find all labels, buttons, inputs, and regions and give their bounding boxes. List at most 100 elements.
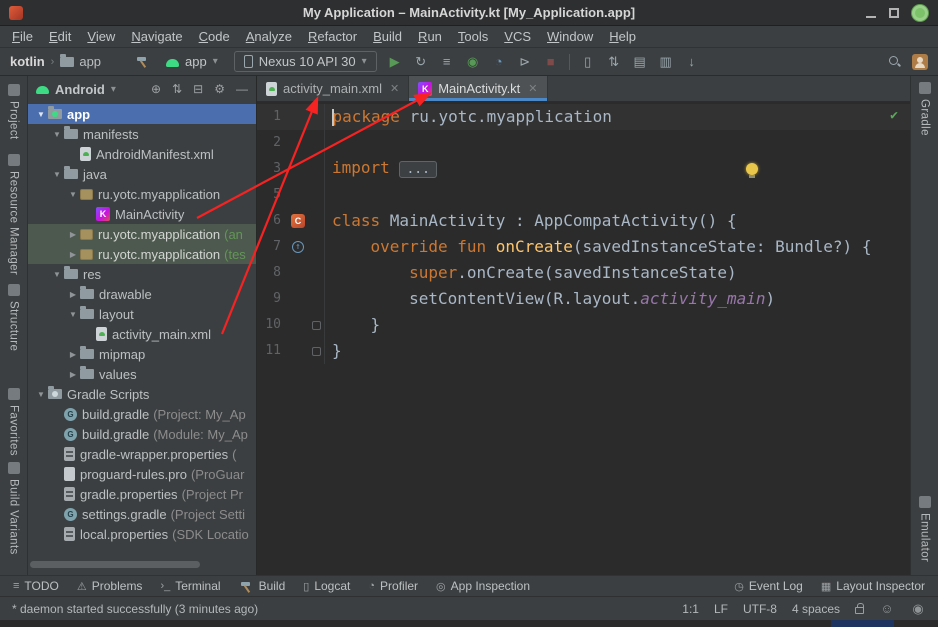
menu-navigate[interactable]: Navigate bbox=[123, 27, 190, 46]
sdk-manager-icon[interactable]: ↓ bbox=[684, 55, 700, 68]
tree-item-gradle-wrapper-properties[interactable]: gradle-wrapper.properties( bbox=[28, 444, 256, 464]
stripe-button-structure[interactable]: Structure bbox=[0, 284, 27, 351]
tab-close-icon[interactable]: ✕ bbox=[528, 82, 537, 95]
indent-style[interactable]: 4 spaces bbox=[792, 602, 840, 616]
close-button[interactable] bbox=[912, 5, 928, 21]
select-opened-file-icon[interactable]: ⊕ bbox=[151, 82, 161, 96]
tab-activity-main-xml[interactable]: activity_main.xml✕ bbox=[257, 76, 409, 101]
notifications-icon[interactable]: ◉ bbox=[910, 602, 926, 615]
profile-button[interactable]: ◔ bbox=[491, 55, 507, 68]
code-line-3[interactable]: 3import ... bbox=[257, 156, 910, 182]
toolwindow-button-layout-inspector[interactable]: ▦Layout Inspector bbox=[812, 576, 934, 596]
tree-item-proguard-rules-pro-proguar[interactable]: proguard-rules.pro(ProGuar bbox=[28, 464, 256, 484]
project-view-selector[interactable]: Android bbox=[55, 82, 105, 97]
stripe-button-emulator[interactable]: Emulator bbox=[911, 496, 938, 562]
collapse-all-icon[interactable]: ⊟ bbox=[193, 82, 203, 96]
apply-code-changes-button[interactable]: ≡ bbox=[439, 55, 455, 68]
tree-item-gradle-scripts[interactable]: ▼Gradle Scripts bbox=[28, 384, 256, 404]
inspections-ok-icon[interactable]: ✔ bbox=[890, 108, 898, 123]
toolwindow-button-logcat[interactable]: ▯Logcat bbox=[294, 576, 359, 596]
code-line-11[interactable]: 11} bbox=[257, 338, 910, 364]
background-tasks-icon[interactable]: ☺ bbox=[879, 602, 895, 615]
tree-item-values[interactable]: ▶values bbox=[28, 364, 256, 384]
tree-chevron-icon[interactable]: ▼ bbox=[50, 170, 64, 179]
menu-code[interactable]: Code bbox=[191, 27, 238, 46]
title-bar[interactable]: My Application – MainActivity.kt [My_App… bbox=[0, 0, 938, 26]
tree-item-mipmap[interactable]: ▶mipmap bbox=[28, 344, 256, 364]
tree-item-res[interactable]: ▼res bbox=[28, 264, 256, 284]
code-line-2[interactable]: 2 bbox=[257, 130, 910, 156]
tree-item-gradle-properties-project-pr[interactable]: gradle.properties(Project Pr bbox=[28, 484, 256, 504]
line-separator[interactable]: LF bbox=[714, 602, 728, 616]
stripe-button-project[interactable]: Project bbox=[0, 84, 27, 140]
readonly-lock-icon[interactable] bbox=[855, 607, 864, 614]
code-line-6[interactable]: 6Cclass MainActivity : AppCompatActivity… bbox=[257, 208, 910, 234]
device-manager-icon[interactable]: ▯ bbox=[580, 55, 596, 68]
class-icon[interactable]: C bbox=[287, 214, 309, 228]
code-line-7[interactable]: 7↑ override fun onCreate(savedInstanceSt… bbox=[257, 234, 910, 260]
tree-chevron-icon[interactable]: ▶ bbox=[66, 350, 80, 359]
tree-item-layout[interactable]: ▼layout bbox=[28, 304, 256, 324]
toolwindow-button-terminal[interactable]: ›_Terminal bbox=[151, 576, 229, 596]
class-gutter-icon[interactable]: C bbox=[291, 214, 305, 228]
toolwindow-button-app-inspection[interactable]: ◎App Inspection bbox=[427, 576, 539, 596]
menu-window[interactable]: Window bbox=[539, 27, 601, 46]
tree-chevron-icon[interactable]: ▶ bbox=[66, 290, 80, 299]
code-line-10[interactable]: 10 } bbox=[257, 312, 910, 338]
code-line-1[interactable]: 1package ru.yotc.myapplication bbox=[257, 104, 910, 130]
tree-chevron-icon[interactable]: ▼ bbox=[66, 310, 80, 319]
stripe-button-gradle[interactable]: Gradle bbox=[911, 82, 938, 136]
tree-chevron-icon[interactable]: ▶ bbox=[66, 250, 80, 259]
tree-item-manifests[interactable]: ▼manifests bbox=[28, 124, 256, 144]
tree-item-java[interactable]: ▼java bbox=[28, 164, 256, 184]
code-editor[interactable]: 1package ru.yotc.myapplication23import .… bbox=[257, 102, 910, 575]
stop-button[interactable]: ■ bbox=[543, 55, 559, 68]
maximize-button[interactable] bbox=[889, 8, 899, 18]
tree-item-settings-gradle-project-setti[interactable]: Gsettings.gradle(Project Setti bbox=[28, 504, 256, 524]
run-button[interactable]: ▶ bbox=[387, 55, 403, 68]
device-selector[interactable]: Nexus 10 API 30▾ bbox=[234, 51, 377, 72]
settings-gear-icon[interactable]: ⚙ bbox=[214, 82, 225, 96]
breadcrumb-app[interactable]: app bbox=[60, 54, 101, 69]
toolwindow-button-profiler[interactable]: ◔Profiler bbox=[359, 576, 427, 596]
stripe-button-favorites[interactable]: Favorites bbox=[0, 388, 27, 456]
tree-item-ru-yotc-myapplication-an[interactable]: ▶ru.yotc.myapplication(an bbox=[28, 224, 256, 244]
tree-item-ru-yotc-myapplication-tes[interactable]: ▶ru.yotc.myapplication(tes bbox=[28, 244, 256, 264]
tree-chevron-icon[interactable]: ▶ bbox=[66, 370, 80, 379]
tree-item-androidmanifest-xml[interactable]: AndroidManifest.xml bbox=[28, 144, 256, 164]
menu-help[interactable]: Help bbox=[601, 27, 644, 46]
override-icon[interactable]: ↑ bbox=[287, 241, 309, 253]
build-hammer-icon[interactable] bbox=[135, 54, 150, 69]
menu-analyze[interactable]: Analyze bbox=[238, 27, 300, 46]
stripe-button-resource-manager[interactable]: Resource Manager bbox=[0, 154, 27, 275]
toolwindow-button-problems[interactable]: ⚠Problems bbox=[68, 576, 152, 596]
sync-project-icon[interactable]: ⇅ bbox=[606, 55, 622, 68]
menu-view[interactable]: View bbox=[79, 27, 123, 46]
menu-edit[interactable]: Edit bbox=[41, 27, 79, 46]
toolwindow-button-event-log[interactable]: ◷Event Log bbox=[725, 576, 812, 596]
run-config-selector[interactable]: app▾ bbox=[160, 52, 224, 71]
tree-chevron-icon[interactable]: ▼ bbox=[66, 190, 80, 199]
tree-chevron-icon[interactable]: ▼ bbox=[34, 110, 48, 119]
tree-chevron-icon[interactable]: ▼ bbox=[50, 130, 64, 139]
code-line-5[interactable]: 5 bbox=[257, 182, 910, 208]
file-encoding[interactable]: UTF-8 bbox=[743, 602, 777, 616]
code-line-8[interactable]: 8 super.onCreate(savedInstanceState) bbox=[257, 260, 910, 286]
override-gutter-icon[interactable]: ↑ bbox=[292, 241, 304, 253]
menu-tools[interactable]: Tools bbox=[450, 27, 496, 46]
stripe-button-build-variants[interactable]: Build Variants bbox=[0, 462, 27, 555]
tab-mainactivity-kt[interactable]: KMainActivity.kt✕ bbox=[409, 76, 547, 101]
minimize-button[interactable] bbox=[866, 9, 876, 18]
caret-position[interactable]: 1:1 bbox=[682, 602, 699, 616]
layout-inspector-toolbar-icon[interactable]: ▤ bbox=[632, 55, 648, 68]
menu-vcs[interactable]: VCS bbox=[496, 27, 539, 46]
device-file-explorer-icon[interactable]: ▥ bbox=[658, 55, 674, 68]
tree-chevron-icon[interactable]: ▶ bbox=[66, 230, 80, 239]
menu-run[interactable]: Run bbox=[410, 27, 450, 46]
fold-end-icon[interactable] bbox=[312, 347, 321, 356]
fold-marker[interactable] bbox=[309, 338, 325, 364]
fold-end-icon[interactable] bbox=[312, 321, 321, 330]
tree-item-drawable[interactable]: ▶drawable bbox=[28, 284, 256, 304]
hide-panel-icon[interactable]: — bbox=[236, 82, 248, 96]
tree-item-mainactivity[interactable]: KMainActivity bbox=[28, 204, 256, 224]
